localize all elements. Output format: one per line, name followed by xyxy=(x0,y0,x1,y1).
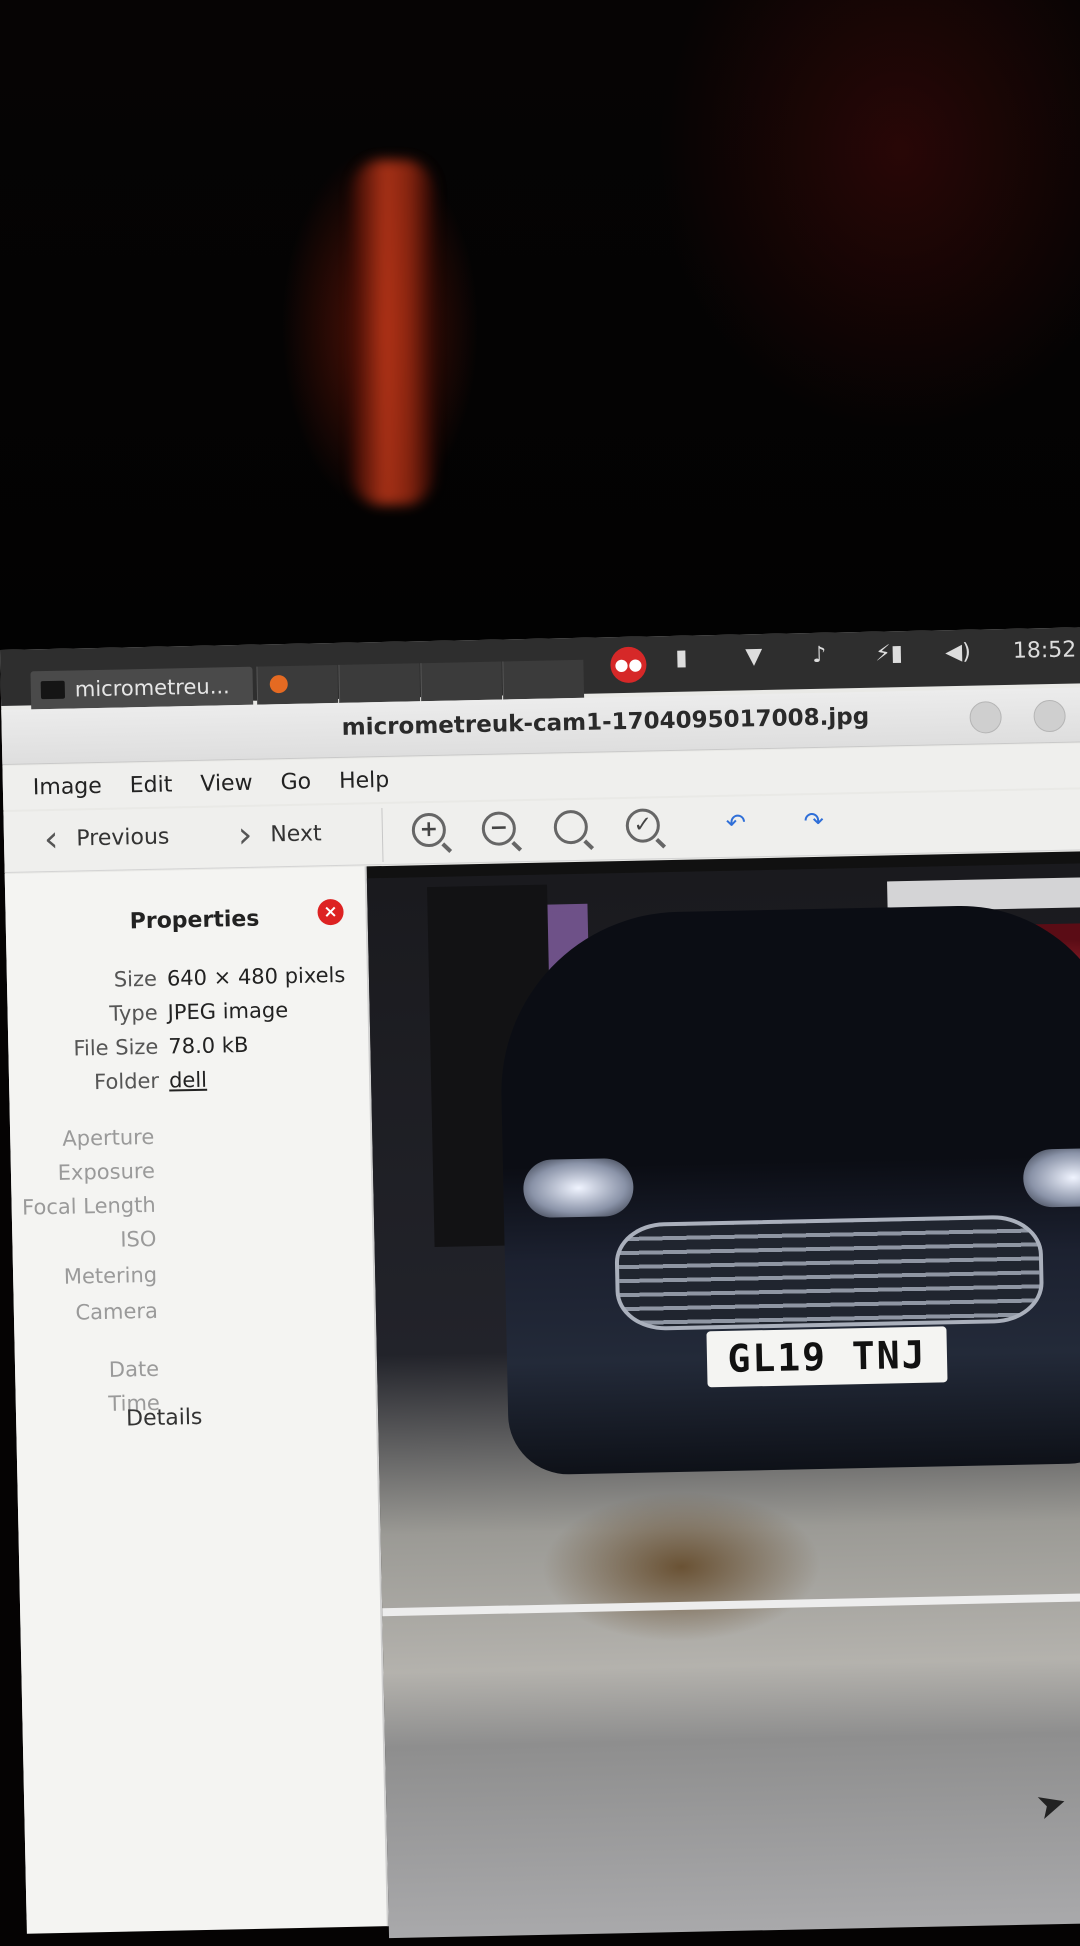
exif-row-camera: Camera xyxy=(75,1298,159,1325)
red-light-glow xyxy=(352,160,434,505)
photo-license-plate: GL19 TNJ xyxy=(706,1326,948,1388)
exif-row-aperture: Aperture xyxy=(62,1124,155,1151)
terminal-icon xyxy=(40,680,66,700)
chevron-left-icon: ‹ xyxy=(43,818,59,861)
properties-sidebar: Properties × Size 640 × 480 pixels Type … xyxy=(4,866,389,1934)
photo-headlight-right xyxy=(1022,1147,1080,1208)
rotate-right-icon[interactable]: ↷ xyxy=(803,807,824,835)
exif-row-exposure: Exposure xyxy=(57,1158,156,1185)
next-button[interactable]: › Next xyxy=(238,813,323,856)
menu-go[interactable]: Go xyxy=(266,759,325,804)
zoom-in-icon[interactable]: + xyxy=(411,812,447,848)
row-date: Date xyxy=(108,1356,160,1382)
property-row-type: Type JPEG image xyxy=(109,998,289,1026)
laptop-screen: micrometreu... ●● ▮ ▼ ♪ ⚡▮ ◀) 18:52 micr… xyxy=(0,626,1080,1939)
taskbar-item-4[interactable] xyxy=(502,659,585,700)
rotate-left-icon[interactable]: ↶ xyxy=(725,808,746,836)
property-row-folder: Folder dell xyxy=(93,1067,208,1095)
minimize-button[interactable] xyxy=(969,701,1002,734)
image-view[interactable]: GL19 TNJ ➤ xyxy=(366,850,1080,1939)
background-room xyxy=(0,0,1080,690)
displayed-photo: GL19 TNJ ➤ xyxy=(366,863,1080,1939)
battery-icon[interactable]: ▮ xyxy=(675,646,688,671)
menu-view[interactable]: View xyxy=(186,760,267,806)
taskbar-item-label: micrometreu... xyxy=(74,674,230,702)
exif-row-focal-length: Focal Length xyxy=(21,1192,156,1220)
mouse-cursor-icon: ➤ xyxy=(1031,1780,1072,1829)
toolbar-separator xyxy=(381,808,384,863)
previous-label: Previous xyxy=(76,824,170,852)
properties-title: Properties xyxy=(129,906,260,935)
folder-link[interactable]: dell xyxy=(169,1068,207,1093)
close-window-button[interactable] xyxy=(1033,699,1066,733)
window-title: micrometreuk-cam1-1704095017008.jpg xyxy=(341,703,870,741)
taskbar-item-3[interactable] xyxy=(420,661,503,702)
taskbar-item-2[interactable] xyxy=(338,663,421,703)
photo-floor-stain xyxy=(539,1489,823,1645)
firefox-icon xyxy=(269,674,288,694)
photo-grille xyxy=(614,1214,1045,1332)
bell-icon[interactable]: ♪ xyxy=(812,643,827,668)
update-notifier-icon[interactable]: ●● xyxy=(610,646,647,684)
property-row-size: Size 640 × 480 pixels xyxy=(113,962,346,992)
details-expander[interactable]: Details xyxy=(126,1405,203,1432)
next-label: Next xyxy=(270,821,322,848)
power-icon[interactable]: ⚡▮ xyxy=(875,641,903,667)
exif-row-metering: Metering xyxy=(63,1262,158,1289)
wifi-icon[interactable]: ▼ xyxy=(745,644,762,669)
taskbar-item-image-viewer[interactable]: micrometreu... xyxy=(30,666,254,710)
zoom-fit-icon[interactable]: ✓ xyxy=(625,808,661,843)
chevron-right-icon: › xyxy=(237,814,253,857)
volume-icon[interactable]: ◀) xyxy=(945,640,971,666)
menu-image[interactable]: Image xyxy=(18,764,116,810)
close-sidebar-icon[interactable]: × xyxy=(317,898,344,926)
photo-headlight-left xyxy=(522,1157,634,1219)
property-row-file-size: File Size 78.0 kB xyxy=(73,1032,249,1061)
menu-edit[interactable]: Edit xyxy=(115,762,187,807)
menu-help[interactable]: Help xyxy=(325,758,404,804)
zoom-out-icon[interactable]: − xyxy=(481,811,517,846)
clock[interactable]: 18:52 xyxy=(1013,637,1077,663)
taskbar-item-browser[interactable] xyxy=(256,664,339,705)
exif-row-iso: ISO xyxy=(120,1226,157,1252)
zoom-normal-icon[interactable] xyxy=(553,809,589,845)
previous-button[interactable]: ‹ Previous xyxy=(44,816,170,860)
